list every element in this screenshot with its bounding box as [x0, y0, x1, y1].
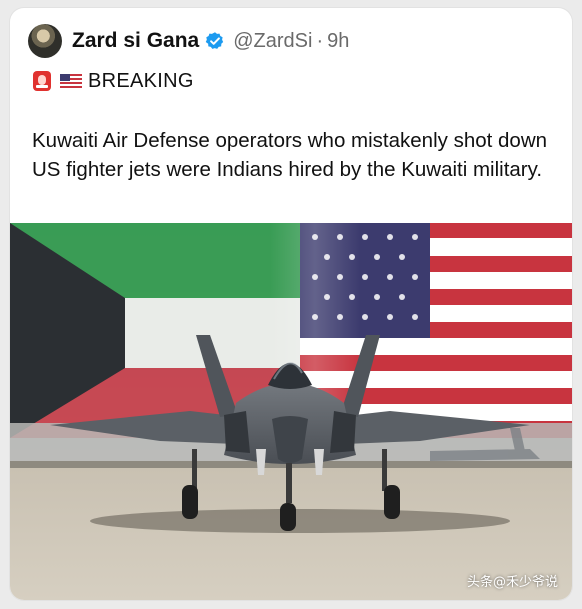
fighter-jet-image[interactable] — [10, 223, 572, 600]
avatar[interactable] — [28, 24, 62, 58]
tweet-body: Kuwaiti Air Defense operators who mistak… — [32, 129, 548, 181]
breaking-label: BREAKING — [88, 69, 194, 92]
tweet-header: Zard si Gana @ZardSi · 9h — [28, 24, 349, 58]
us-flag-icon — [60, 74, 82, 88]
display-name[interactable]: Zard si Gana — [72, 29, 199, 53]
siren-icon — [33, 71, 51, 91]
timestamp[interactable]: 9h — [327, 30, 349, 53]
verified-badge-icon — [205, 32, 224, 49]
user-handle[interactable]: @ZardSi — [233, 30, 312, 53]
watermark: 头条@禾少爷说 — [466, 575, 558, 590]
tweet-card[interactable]: Zard si Gana @ZardSi · 9h BREAKING Kuwai… — [10, 8, 572, 600]
breaking-line: BREAKING — [32, 68, 194, 94]
separator-dot: · — [316, 29, 324, 52]
